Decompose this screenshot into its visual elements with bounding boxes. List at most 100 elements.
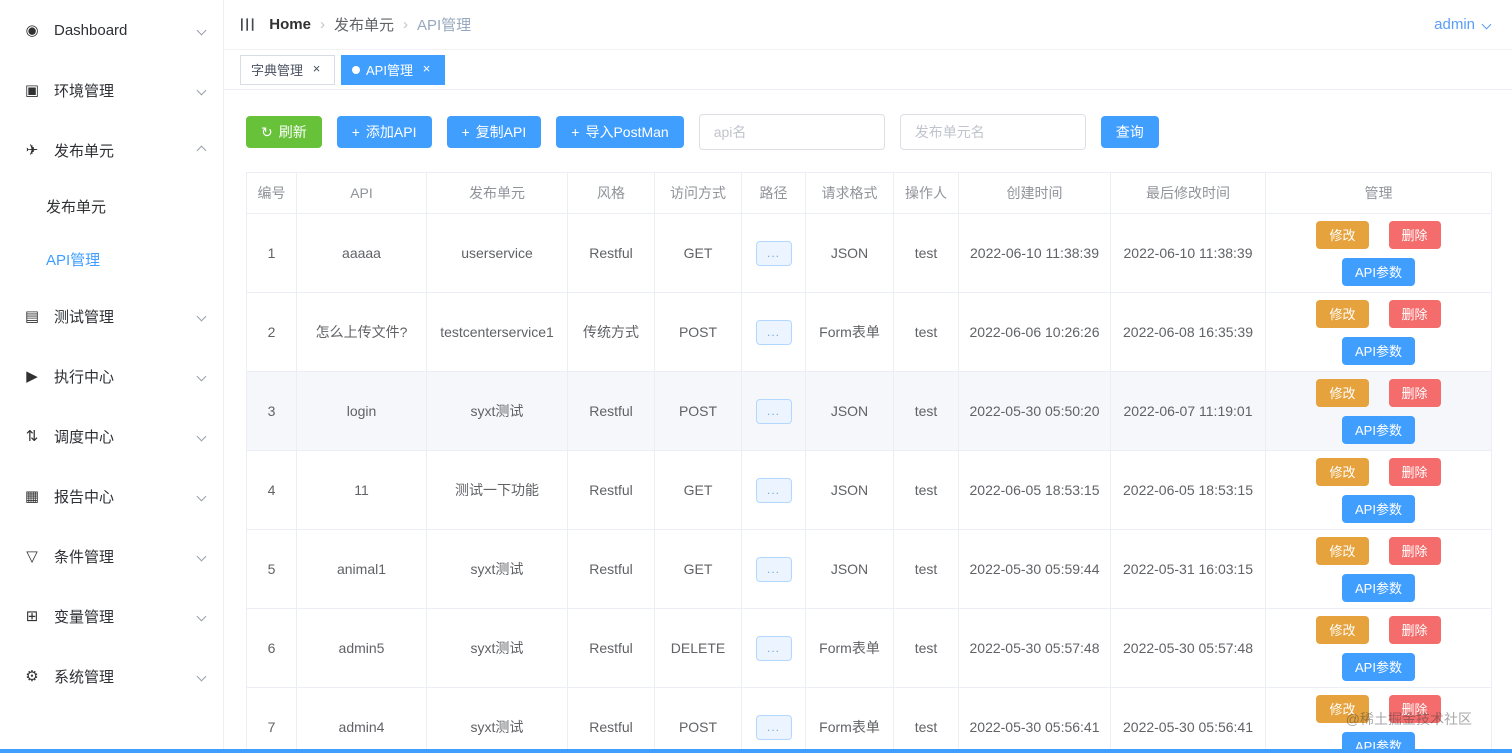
path-button[interactable]: ... xyxy=(755,477,792,503)
cell-unit: syxt测试 xyxy=(426,687,568,753)
column-header: 风格 xyxy=(567,172,655,214)
column-header: 创建时间 xyxy=(958,172,1111,214)
edit-button[interactable]: 修改 xyxy=(1316,615,1369,644)
edit-button[interactable]: 修改 xyxy=(1316,694,1369,723)
variable-icon: ⊞ xyxy=(25,608,39,625)
sidebar-item-environment[interactable]: ▣ 环境管理 xyxy=(0,60,223,120)
cell-created: 2022-05-30 05:56:41 xyxy=(958,687,1111,753)
api-params-button[interactable]: API参数 xyxy=(1342,652,1415,681)
sidebar-item-report-center[interactable]: ▦ 报告中心 xyxy=(0,466,223,526)
sidebar-item-label: 发布单元 xyxy=(54,142,115,160)
api-params-button[interactable]: API参数 xyxy=(1342,257,1415,286)
path-button[interactable]: ... xyxy=(755,556,792,582)
import-postman-button[interactable]: + 导入PostMan xyxy=(556,116,684,148)
cell-created: 2022-05-30 05:57:48 xyxy=(958,608,1111,688)
tab-label: 字典管理 xyxy=(251,63,304,78)
cell-api: admin4 xyxy=(296,687,427,753)
test-icon: ▤ xyxy=(24,308,40,325)
path-button[interactable]: ... xyxy=(755,714,792,740)
sidebar-subitem-api-management[interactable]: API管理 xyxy=(0,233,223,286)
breadcrumb-item[interactable]: Home xyxy=(269,16,311,33)
sidebar-item-test-management[interactable]: ▤ 测试管理 xyxy=(0,286,223,346)
api-params-button[interactable]: API参数 xyxy=(1342,415,1415,444)
delete-button[interactable]: 删除 xyxy=(1388,220,1441,249)
path-button[interactable]: ... xyxy=(755,635,792,661)
cell-api: 怎么上传文件? xyxy=(296,292,427,372)
path-button[interactable]: ... xyxy=(755,240,792,266)
api-params-button[interactable]: API参数 xyxy=(1342,494,1415,523)
api-name-input[interactable] xyxy=(698,114,885,150)
cell-api: 11 xyxy=(296,450,427,530)
plus-icon: + xyxy=(571,124,580,140)
sidebar-item-label: 系统管理 xyxy=(54,668,115,686)
close-icon[interactable]: × xyxy=(309,62,324,77)
cell-unit: syxt测试 xyxy=(426,371,568,451)
copy-api-button[interactable]: + 复制API xyxy=(446,116,542,148)
cell-style: Restful xyxy=(567,450,655,530)
api-params-button[interactable]: API参数 xyxy=(1342,336,1415,365)
cell-path: ... xyxy=(741,608,806,688)
sidebar: ◉ Dashboard ▣ 环境管理 ✈ 发布单元 发布单元 API管理 ▤ 测试管理 ▶ 执行中心 ⇅… xyxy=(0,0,224,753)
edit-button[interactable]: 修改 xyxy=(1316,536,1369,565)
menu-icon[interactable]: ☰ xyxy=(237,17,256,32)
chevron-down-icon xyxy=(196,85,207,95)
edit-button[interactable]: 修改 xyxy=(1316,299,1369,328)
delete-button[interactable]: 删除 xyxy=(1388,378,1441,407)
breadcrumb-separator: › xyxy=(319,16,325,33)
cell-no: 7 xyxy=(246,687,297,753)
import-postman-label: 导入PostMan xyxy=(585,124,669,140)
add-api-button[interactable]: + 添加API xyxy=(336,116,432,148)
user-menu[interactable]: admin xyxy=(1434,16,1492,33)
sidebar-item-condition-management[interactable]: ▽ 条件管理 xyxy=(0,526,223,586)
cell-operator: test xyxy=(893,529,959,609)
sidebar-item-execution-center[interactable]: ▶ 执行中心 xyxy=(0,346,223,406)
refresh-icon: ↻ xyxy=(261,124,273,140)
delete-button[interactable]: 删除 xyxy=(1388,615,1441,644)
cell-operator: test xyxy=(893,450,959,530)
cell-unit: userservice xyxy=(426,213,568,293)
unit-name-input[interactable] xyxy=(899,114,1086,150)
delete-button[interactable]: 删除 xyxy=(1388,536,1441,565)
cell-created: 2022-05-30 05:50:20 xyxy=(958,371,1111,451)
cell-format: JSON xyxy=(805,213,894,293)
cell-path: ... xyxy=(741,450,806,530)
api-table: 编号 API 发布单元 风格 访问方式 路径 请求格式 操作人 创建时间 最后修改时间 管理 1 aa… xyxy=(246,172,1492,753)
cell-api: admin5 xyxy=(296,608,427,688)
sidebar-item-dashboard[interactable]: ◉ Dashboard xyxy=(0,0,223,60)
bottom-accent-bar xyxy=(0,749,1512,753)
breadcrumb-item: 发布单元 xyxy=(333,17,394,34)
sidebar-subitem-publish-unit-list[interactable]: 发布单元 xyxy=(0,180,223,233)
edit-button[interactable]: 修改 xyxy=(1316,378,1369,407)
cell-style: Restful xyxy=(567,687,655,753)
cell-no: 1 xyxy=(246,213,297,293)
cell-path: ... xyxy=(741,687,806,753)
breadcrumb-item: API管理 xyxy=(416,17,472,34)
close-icon[interactable]: × xyxy=(419,62,434,77)
delete-button[interactable]: 删除 xyxy=(1388,457,1441,486)
edit-button[interactable]: 修改 xyxy=(1316,220,1369,249)
edit-button[interactable]: 修改 xyxy=(1316,457,1369,486)
sidebar-item-schedule-center[interactable]: ⇅ 调度中心 xyxy=(0,406,223,466)
cell-style: Restful xyxy=(567,213,655,293)
delete-button[interactable]: 删除 xyxy=(1388,299,1441,328)
sidebar-item-variable-management[interactable]: ⊞ 变量管理 xyxy=(0,586,223,646)
refresh-button[interactable]: ↻ 刷新 xyxy=(246,116,322,148)
delete-button[interactable]: 删除 xyxy=(1388,694,1441,723)
copy-api-label: 复制API xyxy=(475,124,527,140)
sidebar-item-system-management[interactable]: ⚙ 系统管理 xyxy=(0,646,223,706)
tab-0[interactable]: 字典管理 × xyxy=(240,54,336,85)
tab-1[interactable]: API管理 × xyxy=(341,54,445,85)
api-params-button[interactable]: API参数 xyxy=(1342,573,1415,602)
sidebar-item-publish-unit[interactable]: ✈ 发布单元 xyxy=(0,120,223,180)
cell-method: DELETE xyxy=(654,608,742,688)
tags-view-bar: 字典管理 × API管理 × xyxy=(224,50,1512,90)
search-button[interactable]: 查询 xyxy=(1100,116,1159,148)
cell-created: 2022-05-30 05:59:44 xyxy=(958,529,1111,609)
cell-format: Form表单 xyxy=(805,608,894,688)
path-button[interactable]: ... xyxy=(755,319,792,345)
cell-no: 2 xyxy=(246,292,297,372)
cell-modified: 2022-06-08 16:35:39 xyxy=(1110,292,1266,372)
filter-icon: ▽ xyxy=(26,548,38,565)
chevron-down-icon xyxy=(196,671,207,681)
path-button[interactable]: ... xyxy=(755,398,792,424)
